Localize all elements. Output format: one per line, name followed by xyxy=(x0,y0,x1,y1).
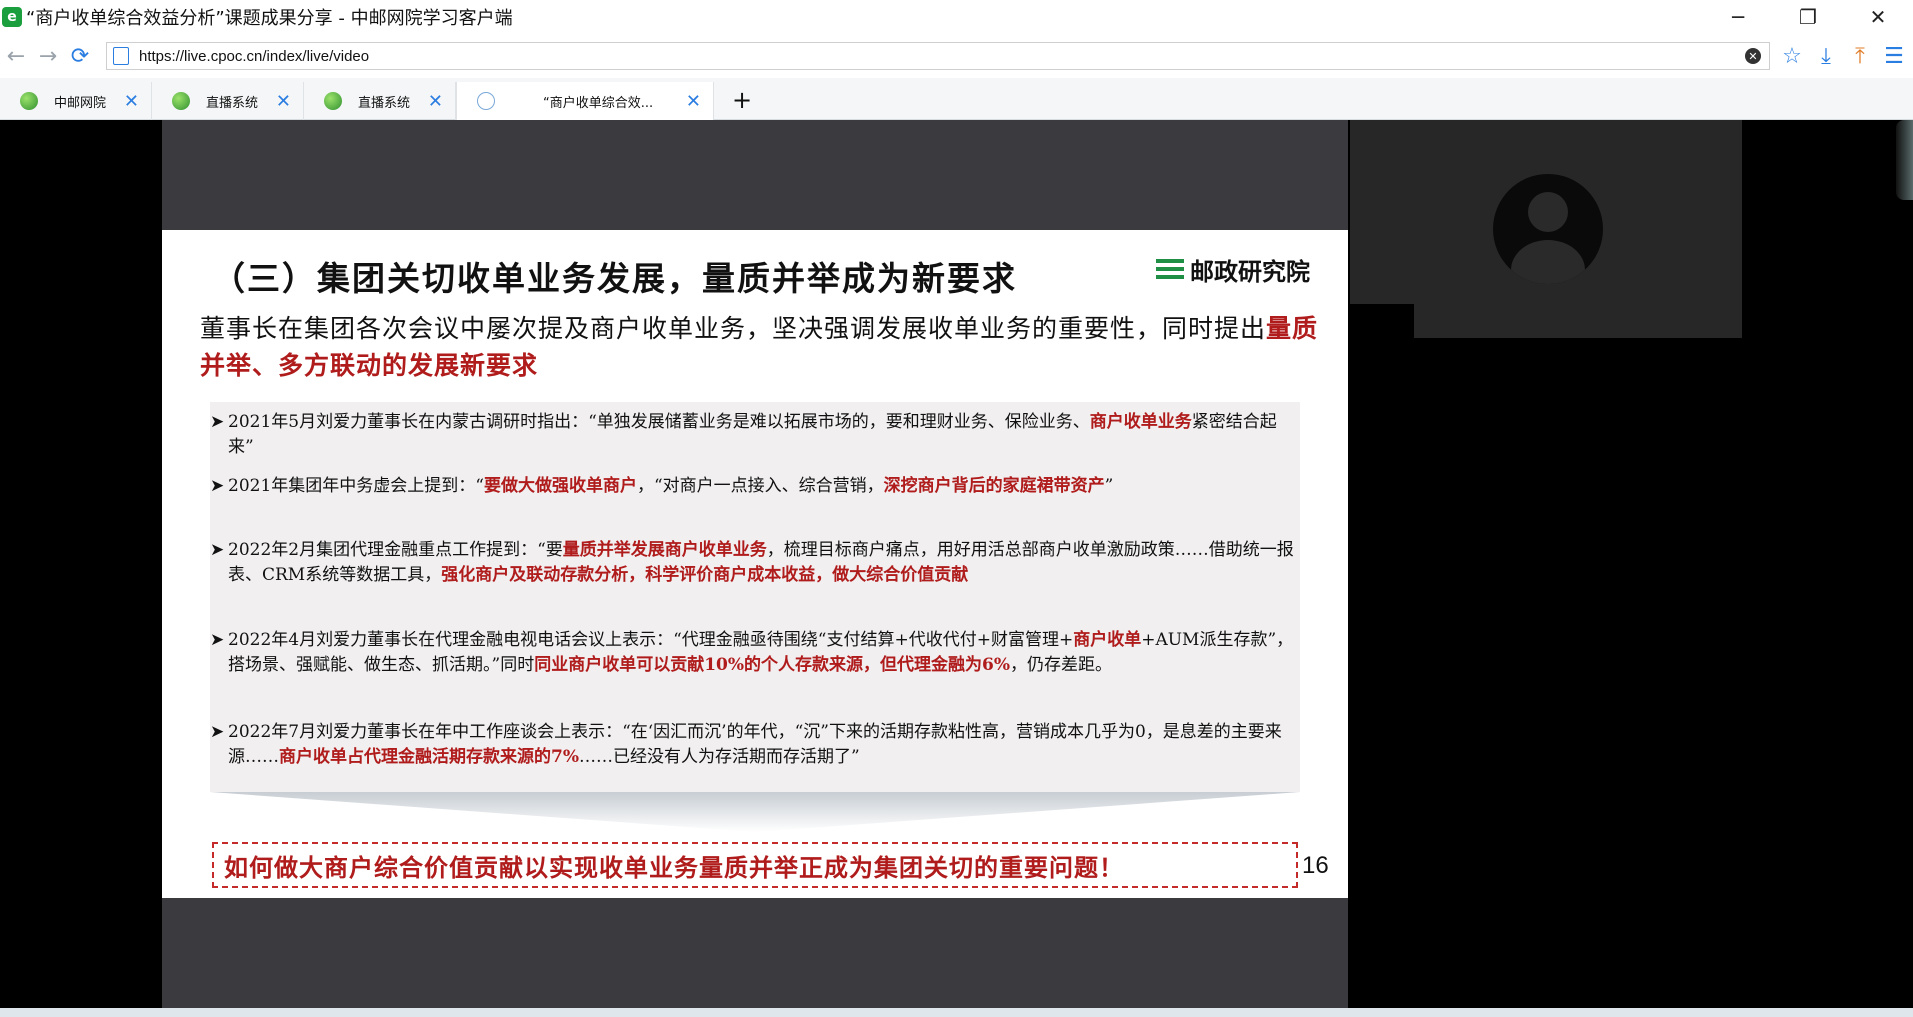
window-title: “商户收单综合效益分析”课题成果分享 - 中邮网院学习客户端 xyxy=(26,8,513,29)
tab-close-icon[interactable]: ✕ xyxy=(124,91,139,112)
bullet-arrow-icon: ➤ xyxy=(210,412,225,432)
tab-label: 直播系统 xyxy=(206,95,259,111)
item-text: ，“对商户一点接入、综合营销， xyxy=(636,476,884,496)
globe-green-icon xyxy=(324,92,342,110)
item-highlight: 量质并举发展商户收单业务 xyxy=(562,540,767,560)
window-controls: ─ ❐ ✕ xyxy=(1703,0,1913,34)
lead-text: 董事长在集团各次会议中屡次提及商户收单业务，坚决强调发展收单业务的重要性，同时提… xyxy=(200,314,1267,343)
list-item: ➤ 2022年2月集团代理金融重点工作提到：“要量质并举发展商户收单业务，梳理目标… xyxy=(210,538,1300,588)
tab-label: 中邮网院 xyxy=(54,95,107,111)
item-text: 2022年2月集团代理金融重点工作提到：“要 xyxy=(228,540,563,560)
item-text: ，仍存差距。 xyxy=(1010,655,1112,675)
app-logo-icon: e xyxy=(2,7,22,27)
bullet-arrow-icon: ➤ xyxy=(210,476,225,496)
list-item: ➤ 2022年7月刘爱力董事长在年中工作座谈会上表示：“在‘因汇而沉’的年代，“沉… xyxy=(210,720,1300,770)
list-item: ➤ 2021年5月刘爱力董事长在内蒙古调研时指出：“单独发展储蓄业务是难以拓展市场… xyxy=(210,410,1300,460)
item-highlight: 同业商户收单可以贡献10%的个人存款来源，但代理金融为6% xyxy=(534,655,1010,675)
bullet-arrow-icon: ➤ xyxy=(210,630,225,650)
close-button[interactable]: ✕ xyxy=(1843,0,1913,34)
address-bar: ← → ⟳ https://live.cpoc.cn/index/live/vi… xyxy=(0,34,1913,78)
tab-close-icon[interactable]: ✕ xyxy=(276,91,291,112)
globe-icon xyxy=(477,92,495,110)
menu-icon[interactable]: ☰ xyxy=(1880,42,1908,70)
content-area: （三）集团关切收单业务发展，量质并举成为新要求 邮政研究院 董事长在集团各次会议… xyxy=(0,120,1913,1008)
item-text: 2021年集团年中务虚会上提到：“ xyxy=(228,476,484,496)
item-highlight: 要做大做强收单商户 xyxy=(483,476,637,496)
item-highlight: 商户收单业务 xyxy=(1089,412,1192,432)
back-button[interactable]: ← xyxy=(0,40,32,72)
postal-logo-icon xyxy=(1156,256,1184,284)
tab-live-system-2[interactable]: 直播系统 ✕ xyxy=(304,82,456,120)
logo-text: 邮政研究院 xyxy=(1190,258,1310,286)
url-input[interactable]: https://live.cpoc.cn/index/live/video ✕ xyxy=(106,42,1770,70)
conclusion-box: 如何做大商户综合价值贡献以实现收单业务量质并举正成为集团关切的重要问题！ xyxy=(212,842,1298,888)
slide-page-number: 16 xyxy=(1302,852,1329,879)
clear-url-icon[interactable]: ✕ xyxy=(1745,48,1761,64)
item-text: 2021年5月刘爱力董事长在内蒙古调研时指出：“单独发展储蓄业务是难以拓展市场的… xyxy=(228,412,1090,432)
presentation-slide: （三）集团关切收单业务发展，量质并举成为新要求 邮政研究院 董事长在集团各次会议… xyxy=(162,230,1348,898)
refresh-button[interactable]: ⟳ xyxy=(64,40,96,72)
title-bar: e “商户收单综合效益分析”课题成果分享 - 中邮网院学习客户端 ─ ❐ ✕ xyxy=(0,0,1913,34)
download-icon[interactable]: ⤓ xyxy=(1812,42,1840,70)
item-highlight: 商户收单占代理金融活期存款来源的7% xyxy=(279,747,579,767)
webcam-overlay xyxy=(1350,304,1414,338)
tab-bar: 中邮网院 ✕ 直播系统 ✕ 直播系统 ✕ “商户收单综合效... ✕ + xyxy=(0,78,1913,120)
tab-close-icon[interactable]: ✕ xyxy=(686,91,701,112)
tab-label: 直播系统 xyxy=(358,95,411,111)
share-icon[interactable]: ⤒ xyxy=(1846,42,1874,70)
chevron-divider xyxy=(210,792,1300,832)
slide-heading: （三）集团关切收单业务发展，量质并举成为新要求 xyxy=(212,259,1017,298)
url-text[interactable]: https://live.cpoc.cn/index/live/video xyxy=(139,48,369,65)
list-item: ➤ 2022年4月刘爱力董事长在代理金融电视电话会议上表示：“代理金融亟待围绕“支… xyxy=(210,628,1300,678)
item-text: ……已经没有人为存活期而存活期了” xyxy=(578,747,860,767)
tab-zhongyou-wangyuan[interactable]: 中邮网院 ✕ xyxy=(0,82,152,120)
user-avatar-icon xyxy=(1493,174,1603,284)
status-bar xyxy=(0,1008,1913,1017)
item-highlight: 商户收单 xyxy=(1073,630,1142,650)
new-tab-button[interactable]: + xyxy=(732,86,752,114)
bullet-arrow-icon: ➤ xyxy=(210,722,225,742)
globe-green-icon xyxy=(20,92,38,110)
item-highlight: 强化商户及联动存款分析，科学评价商户成本收益，做大综合价值贡献 xyxy=(441,565,969,585)
forward-button[interactable]: → xyxy=(32,40,64,72)
restore-button[interactable]: ❐ xyxy=(1773,0,1843,34)
bullet-arrow-icon: ➤ xyxy=(210,540,225,560)
item-text: 2022年4月刘爱力董事长在代理金融电视电话会议上表示：“代理金融亟待围绕“支付… xyxy=(228,630,1074,650)
tab-label: “商户收单综合效... xyxy=(543,95,654,111)
list-item: ➤ 2021年集团年中务虚会上提到：“要做大做强收单商户，“对商户一点接入、综合营… xyxy=(210,474,1300,499)
page-icon xyxy=(113,47,129,65)
tab-current-course[interactable]: “商户收单综合效... ✕ xyxy=(456,82,714,120)
item-text: ” xyxy=(1104,476,1114,496)
lead-paragraph: 董事长在集团各次会议中屡次提及商户收单业务，坚决强调发展收单业务的重要性，同时提… xyxy=(200,310,1320,384)
postal-research-logo: 邮政研究院 xyxy=(1156,252,1310,287)
browser-tools: ☆ ⤓ ⤒ ☰ xyxy=(1778,42,1908,70)
tab-close-icon[interactable]: ✕ xyxy=(428,91,443,112)
side-panel-handle[interactable] xyxy=(1896,120,1913,200)
quote-list: ➤ 2021年5月刘爱力董事长在内蒙古调研时指出：“单独发展储蓄业务是难以拓展市场… xyxy=(210,402,1300,792)
globe-green-icon xyxy=(172,92,190,110)
tab-live-system-1[interactable]: 直播系统 ✕ xyxy=(152,82,304,120)
minimize-button[interactable]: ─ xyxy=(1703,0,1773,34)
favorite-star-icon[interactable]: ☆ xyxy=(1778,42,1806,70)
item-highlight: 深挖商户背后的家庭裙带资产 xyxy=(883,476,1105,496)
